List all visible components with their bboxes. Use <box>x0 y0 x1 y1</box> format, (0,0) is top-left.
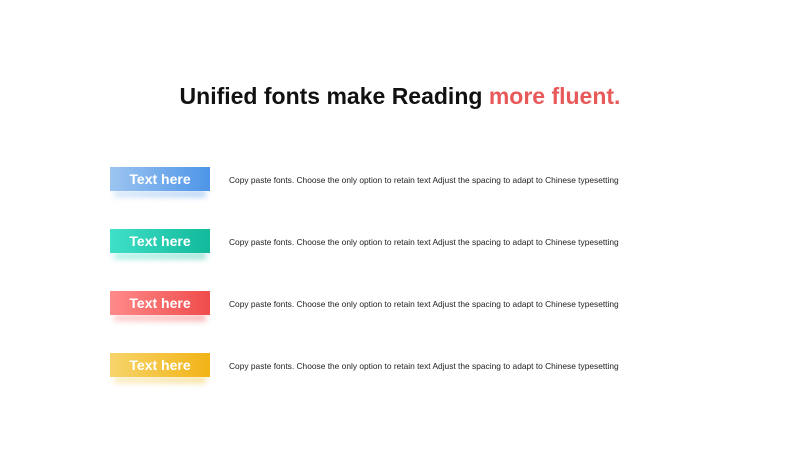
list-item: Text here Copy paste fonts. Choose the o… <box>110 353 710 377</box>
row-description-4: Copy paste fonts. Choose the only option… <box>229 361 619 371</box>
list-item: Text here Copy paste fonts. Choose the o… <box>110 167 710 191</box>
tag-label-3: Text here <box>110 291 210 315</box>
row-description-2: Copy paste fonts. Choose the only option… <box>229 237 619 247</box>
tag-label-4: Text here <box>110 353 210 377</box>
title-accent: more fluent. <box>488 83 621 109</box>
list-item: Text here Copy paste fonts. Choose the o… <box>110 229 710 253</box>
slide: Unified fonts make Reading more fluent. … <box>0 0 800 450</box>
tag-label-1: Text here <box>110 167 210 191</box>
row-description-3: Copy paste fonts. Choose the only option… <box>229 299 619 309</box>
title-main: Unified fonts make Reading <box>179 83 489 109</box>
list-item: Text here Copy paste fonts. Choose the o… <box>110 291 710 315</box>
tag-label-2: Text here <box>110 229 210 253</box>
row-description-1: Copy paste fonts. Choose the only option… <box>229 175 619 185</box>
slide-title: Unified fonts make Reading more fluent. <box>0 80 800 112</box>
